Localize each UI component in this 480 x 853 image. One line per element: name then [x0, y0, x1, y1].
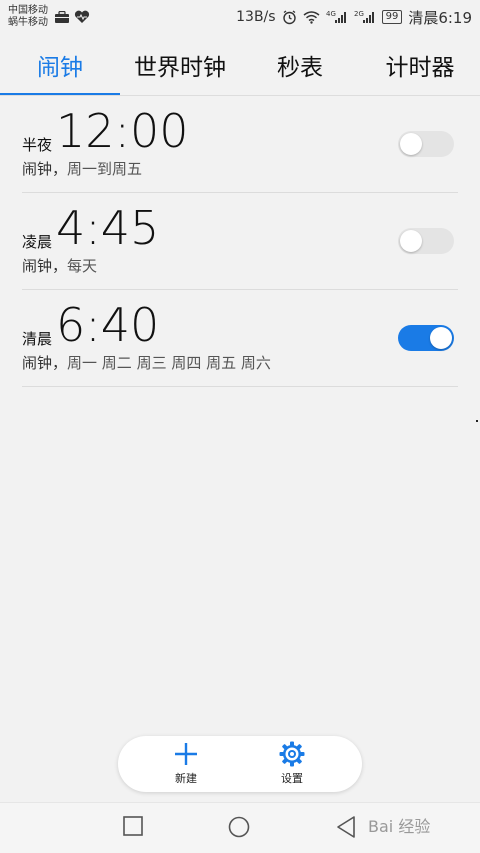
alarm-separator: ，	[52, 354, 68, 372]
network-speed: 13B/s	[236, 9, 276, 25]
alarm-label-row: 闹钟，周一到周五	[22, 158, 142, 179]
tab-timer[interactable]: 计时器	[360, 34, 480, 96]
alarm-clock-icon	[282, 9, 297, 25]
alarm-days: 周一到周五	[67, 160, 143, 178]
new-alarm-label: 新建	[175, 772, 197, 785]
toggle-knob	[400, 230, 422, 252]
alarm-separator: ，	[52, 160, 68, 178]
network-type-2: 2G	[354, 10, 364, 18]
toggle-knob	[400, 133, 422, 155]
bottom-action-panel: 新建 设置	[118, 736, 362, 792]
back-button[interactable]	[336, 816, 356, 842]
alarm-item[interactable]: 凌晨 4:45 闹钟，每天	[22, 193, 458, 290]
recent-apps-button[interactable]	[123, 816, 143, 840]
alarm-label: 闹钟	[22, 257, 53, 275]
alarm-toggle[interactable]	[398, 131, 454, 157]
home-button[interactable]	[228, 816, 250, 842]
briefcase-icon	[54, 10, 70, 24]
alarm-period: 凌晨	[22, 233, 53, 251]
status-bar: 中国移动 蜗牛移动 13B/s 4G 2G 99 清晨6:19	[0, 0, 480, 34]
plus-icon	[172, 740, 200, 768]
gear-icon	[278, 740, 306, 768]
alarm-label-row: 闹钟，每天	[22, 255, 97, 276]
carrier-2: 蜗牛移动	[8, 17, 48, 28]
status-time: 清晨6:19	[408, 8, 472, 27]
wifi-icon	[303, 10, 320, 24]
settings-label: 设置	[281, 772, 303, 785]
alarm-item[interactable]: 半夜 12:00 闹钟，周一到周五	[22, 96, 458, 193]
alarm-period: 半夜	[22, 136, 53, 154]
alarm-toggle[interactable]	[398, 325, 454, 351]
navigation-bar: Bai 经验	[0, 802, 480, 853]
alarm-time: 12:00	[56, 104, 189, 158]
battery-level: 99	[381, 10, 403, 24]
alarm-label-row: 闹钟，周一 周二 周三 周四 周五 周六	[22, 352, 271, 373]
alarm-label: 闹钟	[22, 354, 53, 372]
alarm-separator: ，	[52, 257, 68, 275]
tab-bar: 闹钟 世界时钟 秒表 计时器	[0, 34, 480, 96]
alarm-period: 清晨	[22, 330, 53, 348]
carrier-1: 中国移动	[8, 5, 48, 16]
tab-world-clock[interactable]: 世界时钟	[120, 34, 240, 96]
alarm-days: 每天	[67, 257, 98, 275]
alarm-item[interactable]: 清晨 6:40 闹钟，周一 周二 周三 周四 周五 周六	[22, 290, 458, 387]
heart-pulse-icon	[74, 10, 90, 24]
carrier-names: 中国移动 蜗牛移动	[8, 5, 48, 29]
tab-stopwatch[interactable]: 秒表	[240, 34, 360, 96]
toggle-knob	[430, 327, 452, 349]
settings-button[interactable]: 设置	[252, 740, 332, 786]
network-type-1: 4G	[326, 10, 336, 18]
alarm-time: 6:40	[56, 298, 160, 352]
alarm-toggle[interactable]	[398, 228, 454, 254]
new-alarm-button[interactable]: 新建	[146, 740, 226, 786]
tab-alarm[interactable]: 闹钟	[0, 34, 120, 96]
stray-dot	[476, 420, 478, 422]
clock-app-screen: 中国移动 蜗牛移动 13B/s 4G 2G 99 清晨6:19 闹钟 世界时钟 …	[0, 0, 480, 853]
alarm-label: 闹钟	[22, 160, 53, 178]
signal-1-icon: 4G	[326, 10, 348, 24]
signal-2-icon: 2G	[354, 10, 376, 24]
alarm-time: 4:45	[56, 201, 160, 255]
watermark: Bai 经验	[368, 817, 431, 836]
alarm-days: 周一 周二 周三 周四 周五 周六	[67, 354, 271, 372]
